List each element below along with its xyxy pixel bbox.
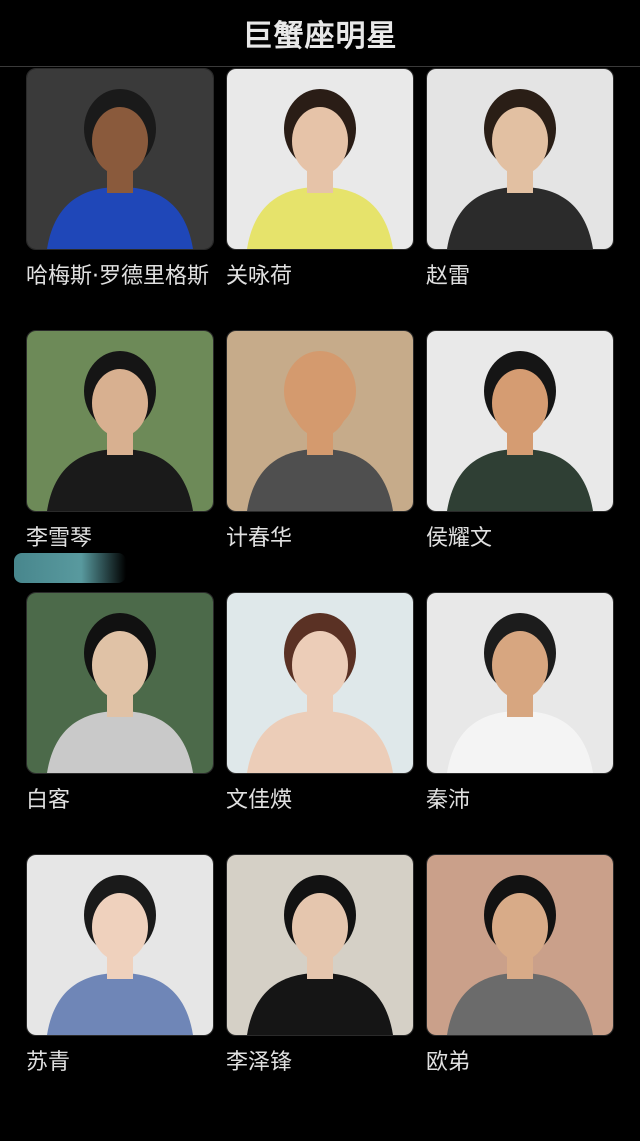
face-shape <box>292 893 348 961</box>
face-shape <box>492 893 548 961</box>
portrait-graphic <box>427 593 613 773</box>
celebrity-card[interactable]: 关咏荷 <box>226 68 414 289</box>
face-shape <box>92 107 148 175</box>
celebrity-photo[interactable] <box>26 330 214 512</box>
celebrity-card[interactable]: 白客 <box>26 592 214 813</box>
face-shape <box>492 631 548 699</box>
celebrity-name[interactable]: 李泽锋 <box>226 1044 414 1076</box>
celebrity-card[interactable]: 李雪琴 <box>26 330 214 551</box>
celebrity-name[interactable]: 苏青 <box>26 1044 214 1076</box>
celebrity-photo[interactable] <box>26 592 214 774</box>
face-shape <box>92 893 148 961</box>
portrait-graphic <box>227 69 413 249</box>
celebrity-photo[interactable] <box>426 592 614 774</box>
celebrity-photo[interactable] <box>426 68 614 250</box>
celebrity-photo[interactable] <box>26 854 214 1036</box>
celebrity-name[interactable]: 赵雷 <box>426 258 614 290</box>
portrait-graphic <box>27 69 213 249</box>
portrait-graphic <box>427 855 613 1035</box>
celebrity-name[interactable]: 哈梅斯·罗德里格斯 <box>26 258 214 290</box>
celebrity-name[interactable]: 文佳煐 <box>226 782 414 814</box>
highlight-bar <box>14 553 126 583</box>
celebrity-card[interactable]: 赵雷 <box>426 68 614 289</box>
celebrity-card[interactable]: 计春华 <box>226 330 414 551</box>
face-shape <box>292 107 348 175</box>
portrait-graphic <box>27 855 213 1035</box>
celebrity-photo[interactable] <box>426 330 614 512</box>
portrait-graphic <box>227 331 413 511</box>
celebrity-card[interactable]: 李泽锋 <box>226 854 414 1075</box>
portrait-graphic <box>227 593 413 773</box>
face-shape <box>292 369 348 437</box>
celebrity-card[interactable]: 秦沛 <box>426 592 614 813</box>
celebrity-name[interactable]: 白客 <box>26 782 214 814</box>
face-shape <box>492 369 548 437</box>
celebrity-name[interactable]: 侯耀文 <box>426 520 614 552</box>
header-bar: 巨蟹座明星 <box>0 0 640 67</box>
portrait-graphic <box>27 331 213 511</box>
celebrity-name[interactable]: 关咏荷 <box>226 258 414 290</box>
celebrity-photo[interactable] <box>226 330 414 512</box>
portrait-graphic <box>427 69 613 249</box>
face-shape <box>92 631 148 699</box>
portrait-graphic <box>427 331 613 511</box>
celebrity-card[interactable]: 文佳煐 <box>226 592 414 813</box>
celebrity-card[interactable]: 苏青 <box>26 854 214 1075</box>
celebrity-card[interactable]: 欧弟 <box>426 854 614 1075</box>
celebrity-card[interactable]: 侯耀文 <box>426 330 614 551</box>
page-title: 巨蟹座明星 <box>242 19 398 54</box>
face-shape <box>92 369 148 437</box>
portrait-graphic <box>27 593 213 773</box>
celebrity-name[interactable]: 秦沛 <box>426 782 614 814</box>
celebrity-name[interactable]: 李雪琴 <box>26 520 214 552</box>
celebrity-photo[interactable] <box>226 854 414 1036</box>
celebrity-card[interactable]: 哈梅斯·罗德里格斯 <box>26 68 214 289</box>
face-shape <box>292 631 348 699</box>
celebrity-photo[interactable] <box>426 854 614 1036</box>
face-shape <box>492 107 548 175</box>
portrait-graphic <box>227 855 413 1035</box>
celebrity-grid: 哈梅斯·罗德里格斯 关咏荷 赵雷 李雪琴 计春华 侯耀文 白客 文佳煐 秦沛 苏… <box>26 68 616 1075</box>
celebrity-name[interactable]: 欧弟 <box>426 1044 614 1076</box>
celebrity-photo[interactable] <box>226 592 414 774</box>
celebrity-name[interactable]: 计春华 <box>226 520 414 552</box>
celebrity-photo[interactable] <box>226 68 414 250</box>
celebrity-photo[interactable] <box>26 68 214 250</box>
